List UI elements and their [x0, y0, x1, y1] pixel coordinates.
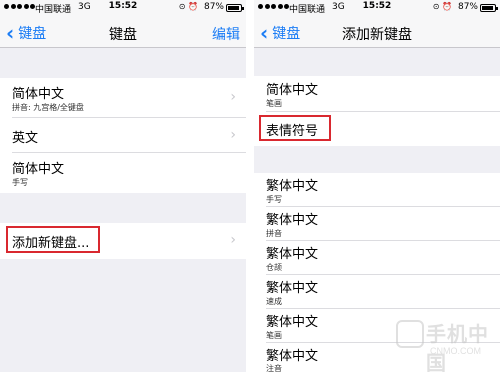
keyboard-subtitle: 注音 — [266, 364, 282, 372]
keyboard-item[interactable]: 简体中文 手写 — [0, 153, 246, 193]
keyboard-option[interactable]: 繁体中文 拼音 — [254, 207, 500, 241]
keyboard-option[interactable]: 繁体中文 仓颉 — [254, 241, 500, 275]
keyboard-subtitle: 拼音 — [266, 229, 282, 238]
keyboard-option[interactable]: 繁体中文 手写 — [254, 173, 500, 207]
highlight-box — [6, 226, 100, 253]
keyboard-subtitle: 笔画 — [266, 99, 282, 108]
chevron-right-icon: › — [230, 127, 236, 143]
keyboard-title: 简体中文 — [266, 83, 319, 98]
battery-icon — [226, 4, 244, 12]
nav-bar: ‹ 键盘 键盘 编辑 — [0, 16, 246, 48]
edit-button[interactable]: 编辑 — [212, 24, 240, 44]
keyboard-subtitle: 手写 — [266, 195, 282, 204]
keyboard-title: 繁体中文 — [266, 179, 319, 194]
keyboard-title: 简体中文 — [12, 162, 65, 177]
keyboard-title: 英文 — [12, 131, 39, 146]
battery-icon — [480, 4, 498, 12]
keyboard-subtitle: 手写 — [12, 178, 28, 187]
keyboard-title: 繁体中文 — [266, 213, 319, 228]
page-title: 添加新键盘 — [342, 27, 412, 43]
keyboard-title: 繁体中文 — [266, 247, 319, 262]
keyboard-subtitle: 拼音: 九宫格/全键盘 — [12, 103, 84, 112]
keyboard-subtitle: 笔画 — [266, 331, 282, 340]
keyboards-screen: 中国联通 3G 15:52 ⊙ ⏰ 87% ‹ 键盘 键盘 编辑 简体中文 拼音… — [0, 0, 246, 372]
add-keyboard-screen: 中国联通 3G 15:52 ⊙ ⏰ 87% ‹ 键盘 添加新键盘 简体中文 笔画… — [254, 0, 500, 372]
watermark-url: CNMO.COM — [430, 346, 481, 356]
nav-bar: ‹ 键盘 添加新键盘 — [254, 16, 500, 48]
status-bar: 中国联通 3G 15:52 ⊙ ⏰ 87% — [0, 0, 246, 16]
cnmo-watermark: 手机中国 CNMO.COM — [396, 316, 494, 372]
keyboard-title: 简体中文 — [12, 87, 65, 102]
keyboard-title: 繁体中文 — [266, 349, 319, 364]
status-bar: 中国联通 3G 15:52 ⊙ ⏰ 87% — [254, 0, 500, 16]
keyboard-subtitle: 速成 — [266, 297, 282, 306]
cnmo-logo-icon — [396, 320, 424, 348]
chevron-right-icon: › — [230, 232, 236, 248]
keyboard-subtitle: 仓颉 — [266, 263, 282, 272]
highlight-box — [259, 115, 331, 141]
keyboard-option[interactable]: 繁体中文 速成 — [254, 275, 500, 309]
chevron-right-icon: › — [230, 89, 236, 105]
keyboard-title: 繁体中文 — [266, 315, 319, 330]
keyboard-option[interactable]: 简体中文 笔画 — [254, 76, 500, 112]
keyboard-item[interactable]: 简体中文 拼音: 九宫格/全键盘 › — [0, 78, 246, 118]
battery-percent: 87% — [203, 2, 224, 12]
keyboard-title: 繁体中文 — [266, 281, 319, 296]
lock-rotation-icon: ⊙ ⏰ — [178, 2, 198, 11]
battery-percent: 87% — [457, 2, 478, 12]
page-title: 键盘 — [109, 27, 137, 43]
lock-rotation-icon: ⊙ ⏰ — [432, 2, 452, 11]
watermark-text: 手机中国 — [426, 322, 489, 372]
keyboard-item[interactable]: 英文 › — [0, 118, 246, 153]
